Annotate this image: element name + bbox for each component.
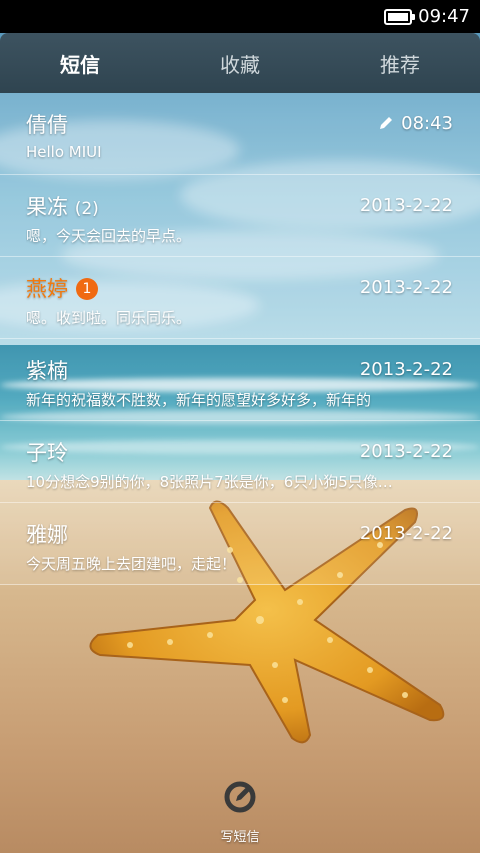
contact-name: 紫楠 [26,359,68,383]
unread-badge: 1 [76,278,98,300]
tab-bar: 短信 收藏 推荐 [0,33,480,93]
message-date: 2013-2-22 [359,523,453,544]
battery-icon [384,8,416,25]
conversation-row[interactable]: 倩倩 08:43 Hello MIUI [0,93,480,175]
pencil-icon [380,117,393,129]
status-time: 09:47 [418,6,470,27]
contact-name: 子玲 [26,441,68,465]
compose-button[interactable]: 写短信 [200,780,280,852]
conversation-row[interactable]: 果冻 (2) 2013-2-22 嗯，今天会回去的早点。 [0,175,480,257]
message-date: 2013-2-22 [359,441,453,462]
tab-messages[interactable]: 短信 [0,33,160,93]
conversation-list: 倩倩 08:43 Hello MIUI 果冻 (2) 2013-2-22 嗯，今… [0,93,480,585]
conversation-row[interactable]: 子玲 2013-2-22 10分想念9别的你，8张照片7张是你，6只小狗5只像… [0,421,480,503]
tab-favorites[interactable]: 收藏 [160,33,320,93]
contact-name: 倩倩 [26,113,68,137]
message-preview: 10分想念9别的你，8张照片7张是你，6只小狗5只像… [26,473,393,491]
message-preview: 新年的祝福数不胜数，新年的愿望好多好多，新年的 [26,391,372,409]
message-date: 2013-2-22 [359,195,453,216]
message-preview: Hello MIUI [26,143,102,161]
contact-name: 雅娜 [26,523,68,547]
compose-label: 写短信 [220,830,260,845]
conversation-row[interactable]: 紫楠 2013-2-22 新年的祝福数不胜数，新年的愿望好多好多，新年的 [0,339,480,421]
conversation-row[interactable]: 雅娜 2013-2-22 今天周五晚上去团建吧，走起！ [0,503,480,585]
message-time: 08:43 [379,113,453,134]
message-preview: 嗯。收到啦。同乐同乐。 [26,309,192,327]
contact-name: 果冻 (2) [26,195,99,219]
compose-icon [224,781,256,813]
message-date: 2013-2-22 [359,359,453,380]
status-bar: 09:47 [0,0,480,33]
conversation-row[interactable]: 燕婷 1 2013-2-22 嗯。收到啦。同乐同乐。 [0,257,480,339]
message-preview: 今天周五晚上去团建吧，走起！ [26,555,237,573]
message-count: (2) [74,199,99,219]
message-date: 2013-2-22 [359,277,453,298]
contact-name: 燕婷 1 [26,273,98,303]
message-preview: 嗯，今天会回去的早点。 [26,227,192,245]
tab-recommended[interactable]: 推荐 [320,33,480,93]
